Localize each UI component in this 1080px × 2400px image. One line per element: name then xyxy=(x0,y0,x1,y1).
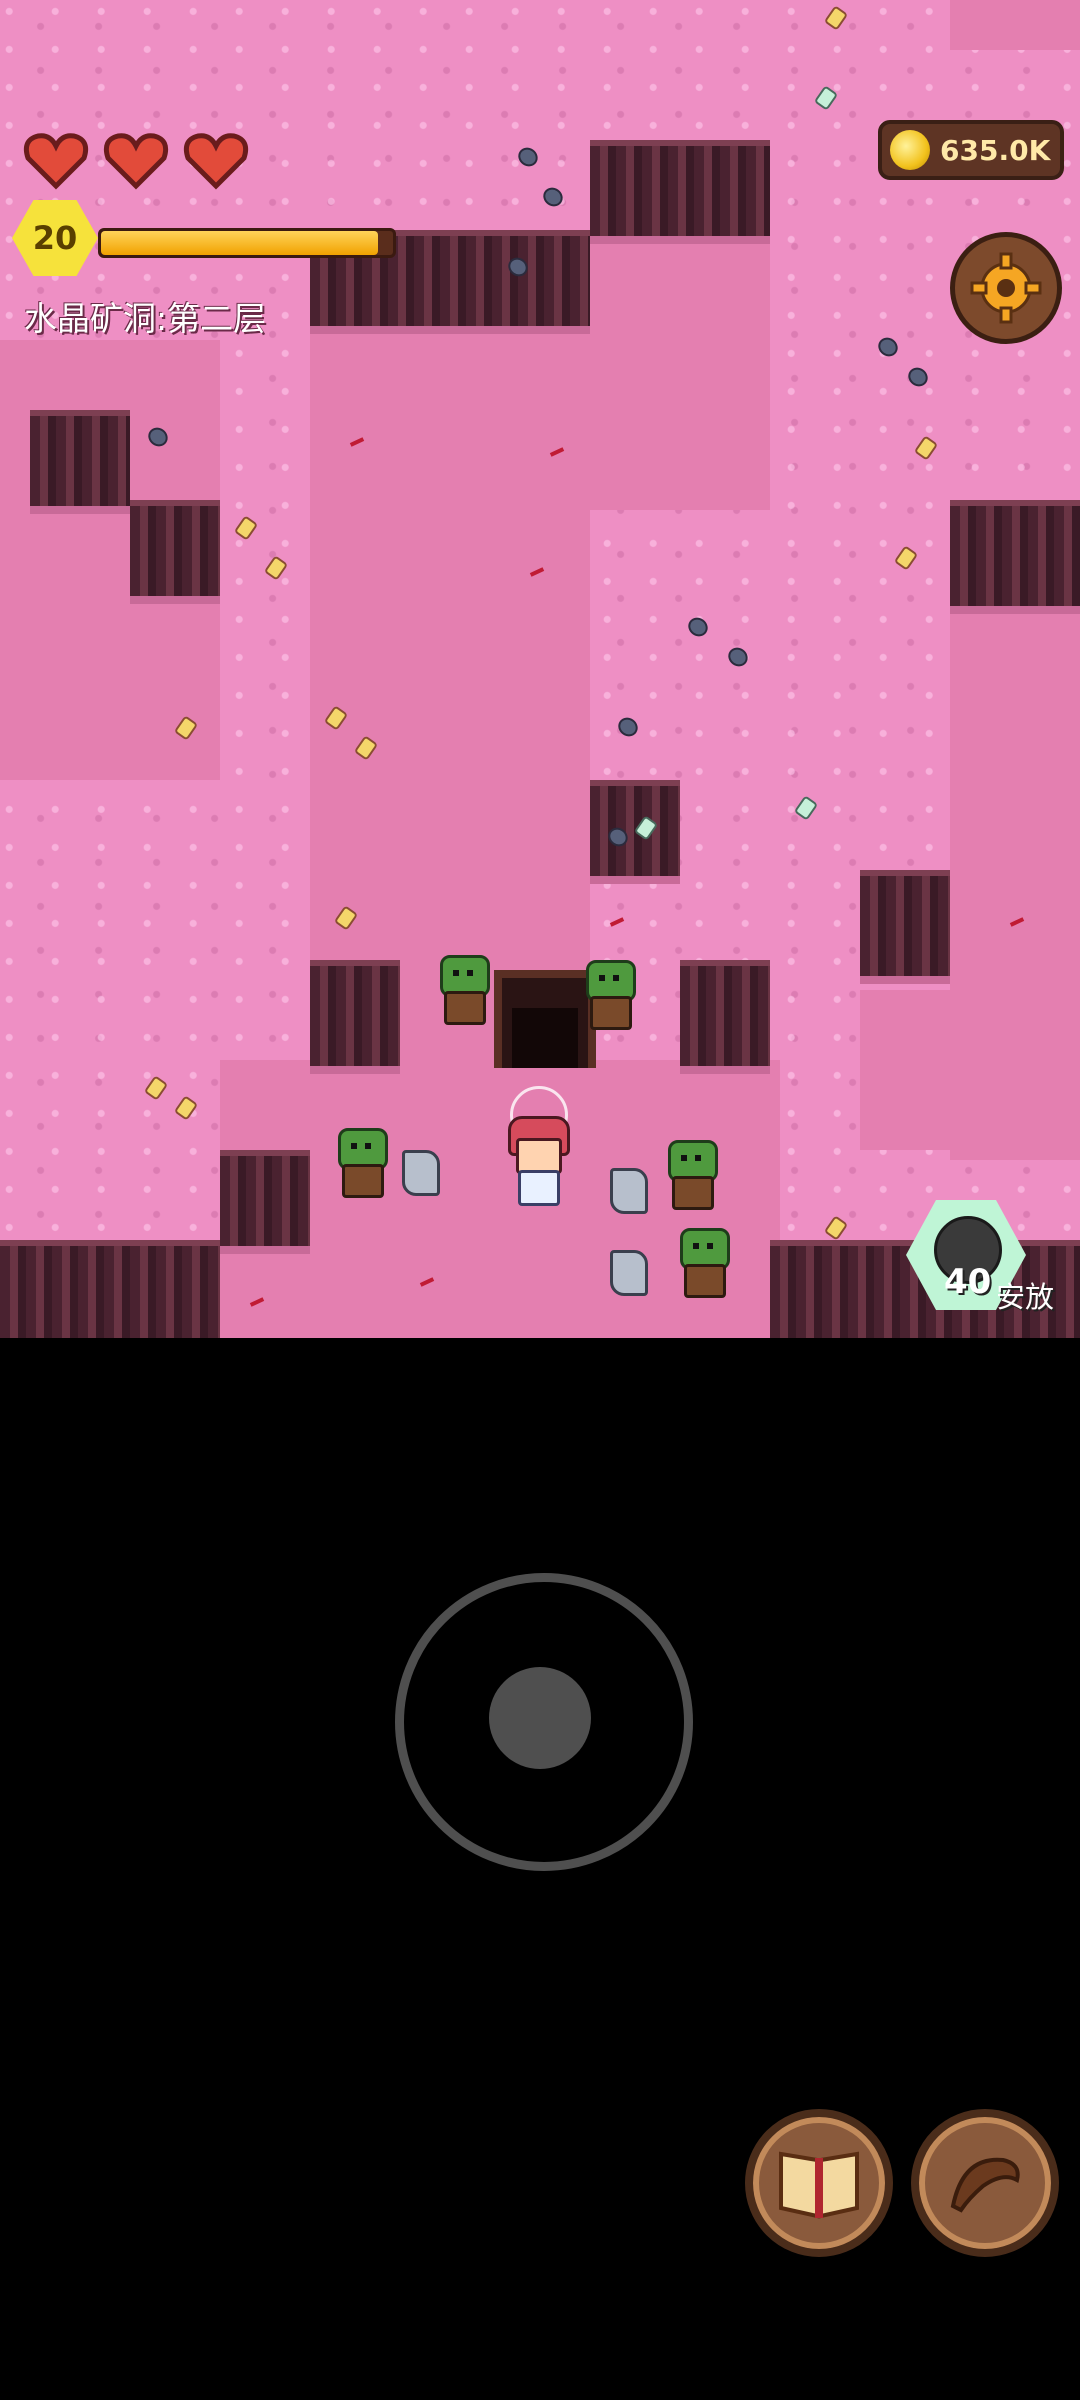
horn-icon xyxy=(950,2157,1020,2213)
game-viewport[interactable]: 20 水晶矿洞:第二层 635.0K 40 安放 xyxy=(0,0,1080,1338)
horn-button[interactable] xyxy=(911,2109,1059,2257)
rock-wall xyxy=(310,960,400,1074)
rock-wall xyxy=(590,140,770,244)
rock-wall xyxy=(30,410,130,514)
heart-icon xyxy=(103,133,169,190)
joystick-knob[interactable] xyxy=(489,1667,591,1769)
goblin-enemy[interactable] xyxy=(432,955,492,1025)
rock-wall xyxy=(860,870,950,984)
health-hearts xyxy=(22,130,250,190)
rock-wall xyxy=(590,780,680,884)
xp-bar xyxy=(98,228,396,258)
spellbook-icon xyxy=(779,2151,859,2219)
rock-wall xyxy=(220,1150,310,1254)
goblin-enemy[interactable] xyxy=(330,1128,390,1198)
corridor xyxy=(950,0,1080,50)
level-value: 20 xyxy=(32,219,78,257)
rock-wall xyxy=(950,500,1080,614)
rock-wall xyxy=(0,1240,220,1338)
goblin-enemy[interactable] xyxy=(660,1140,720,1210)
coin-amount: 635.0K xyxy=(940,133,1051,167)
settings-button[interactable] xyxy=(950,232,1062,344)
coin-icon xyxy=(890,130,930,170)
place-bomb-label: 安放 xyxy=(996,1280,1055,1314)
axe-weapon xyxy=(610,1250,648,1296)
goblin-enemy[interactable] xyxy=(672,1228,732,1298)
heart-icon xyxy=(183,133,249,190)
player-character xyxy=(504,1086,570,1206)
corridor xyxy=(590,230,770,510)
gear-icon xyxy=(970,252,1042,324)
corridor xyxy=(860,990,1080,1150)
bomb-count: 40 xyxy=(944,1262,992,1302)
axe-weapon xyxy=(610,1168,648,1214)
axe-weapon xyxy=(402,1150,440,1196)
heart-icon xyxy=(23,133,89,190)
spellbook-button[interactable] xyxy=(745,2109,893,2257)
rock-wall xyxy=(130,500,220,604)
xp-bar-fill xyxy=(101,231,379,255)
floor-name: 水晶矿洞:第二层 xyxy=(24,299,267,338)
goblin-enemy[interactable] xyxy=(578,960,638,1030)
rock-wall xyxy=(680,960,770,1074)
coin-counter: 635.0K xyxy=(878,120,1064,180)
